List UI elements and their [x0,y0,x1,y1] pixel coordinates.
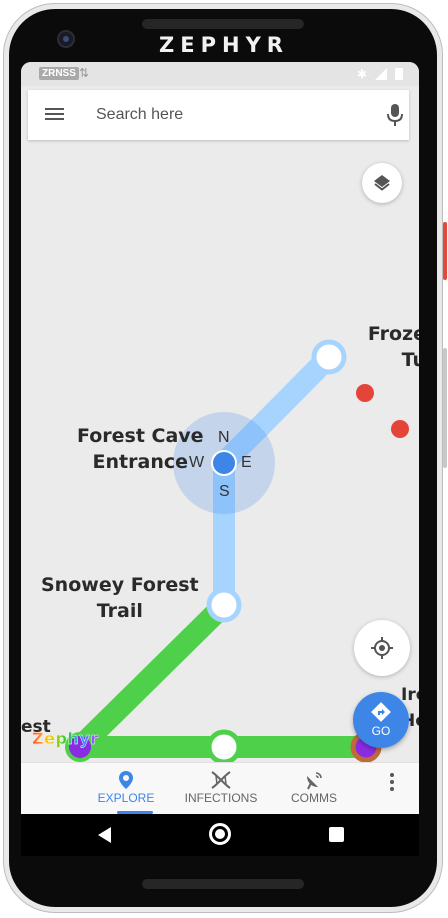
microphone-icon[interactable] [387,104,403,126]
recents-icon[interactable] [329,827,344,842]
tab-explore[interactable]: EXPLORE [81,769,171,805]
map-label-frozen: Froze Tu [367,323,419,371]
zephyr-logo: Zephyr [32,729,99,748]
system-nav-bar [21,814,419,856]
bottom-speaker [142,879,304,889]
crosshair-icon [371,637,393,659]
map-label-forest-cave: Forest Cave Entrance [77,425,204,473]
hazard-marker[interactable] [356,384,374,402]
hazard-marker[interactable] [391,420,409,438]
go-button[interactable]: GO [353,692,409,748]
layers-icon [374,175,390,191]
active-route [69,594,377,758]
tab-comms-label: COMMS [291,791,337,805]
layers-button[interactable] [362,163,402,203]
compass-north: N [218,429,230,446]
device-brand: ZEPHYR [159,33,289,57]
tab-comms[interactable]: COMMS [269,769,359,805]
compass-east: E [241,454,252,471]
directions-icon [371,702,391,722]
tab-explore-label: EXPLORE [97,791,155,805]
dna-icon [211,771,231,789]
waypoint-node[interactable] [311,339,347,375]
tab-infections-label: INFECTIONS [184,791,258,805]
search-input[interactable]: Search here [96,106,183,124]
waypoint-node[interactable] [206,729,242,765]
top-speaker [142,19,304,29]
map-label-snowey-forest: Snowey Forest Trail [41,574,199,622]
back-icon[interactable] [98,827,111,843]
power-button [443,222,447,280]
player-location-dot [211,450,237,476]
tab-infections[interactable]: INFECTIONS [176,769,266,805]
volume-button [443,348,447,468]
my-location-button[interactable] [354,620,410,676]
active-route-segment [69,594,235,758]
go-label: GO [371,724,391,738]
app-screen: ZRNSS ⇅ ✱ N S W E Forest Cave Entrance S… [21,62,419,856]
bottom-nav: EXPLORE INFECTIONS COMMS [21,762,419,815]
search-bar[interactable]: Search here [28,90,409,140]
more-options-icon[interactable] [390,773,394,794]
satellite-dish-icon [307,772,322,790]
compass-south: S [219,483,230,500]
waypoint-node[interactable] [206,587,242,623]
home-icon[interactable] [209,823,231,845]
map-pin-icon [119,771,133,789]
menu-icon[interactable] [45,108,64,121]
